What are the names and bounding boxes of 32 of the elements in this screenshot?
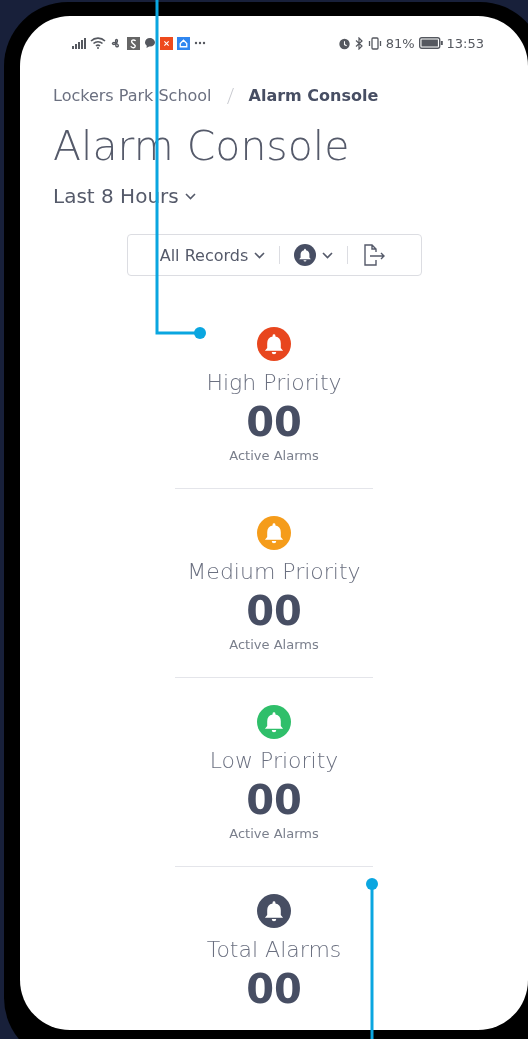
bluetooth-icon: [354, 36, 364, 50]
app-icon: [177, 36, 190, 50]
chat-icon: [144, 37, 156, 49]
count-caption: Active Alarms: [229, 825, 319, 843]
signal-icon: [72, 37, 86, 49]
chevron-down-icon: [254, 251, 266, 259]
breadcrumb-link[interactable]: Lockers Park School: [53, 85, 212, 107]
priority-label: Medium Priority: [187, 558, 361, 586]
records-filter-dropdown[interactable]: All Records: [157, 243, 268, 267]
breadcrumb-current: Alarm Console: [248, 85, 379, 107]
battery-percent: 81%: [385, 35, 415, 51]
alarm-count: 00: [246, 398, 302, 446]
bell-icon: [294, 244, 317, 266]
app-icon: [160, 36, 173, 50]
alarm-count: 00: [246, 965, 302, 1013]
chevron-down-icon: [184, 192, 196, 200]
alarm-clock-icon: [337, 36, 351, 50]
priority-label: Total Alarms: [206, 936, 342, 964]
chevron-down-icon: [322, 251, 334, 259]
priority-label: High Priority: [206, 369, 342, 397]
app-icon: [127, 36, 140, 50]
vibrate-icon: [367, 36, 382, 50]
battery-icon: [418, 37, 443, 49]
alarm-filter-dropdown[interactable]: [292, 242, 336, 268]
priority-label: Low Priority: [209, 747, 339, 775]
more-icon: [194, 41, 206, 45]
count-caption: Active Alarms: [229, 636, 319, 654]
clock-time: 13:53: [446, 35, 484, 51]
wifi-icon: [90, 37, 106, 49]
count-caption: Active Alarms: [229, 447, 319, 465]
alarm-count: 00: [246, 587, 302, 635]
alarm-count: 00: [246, 776, 302, 824]
